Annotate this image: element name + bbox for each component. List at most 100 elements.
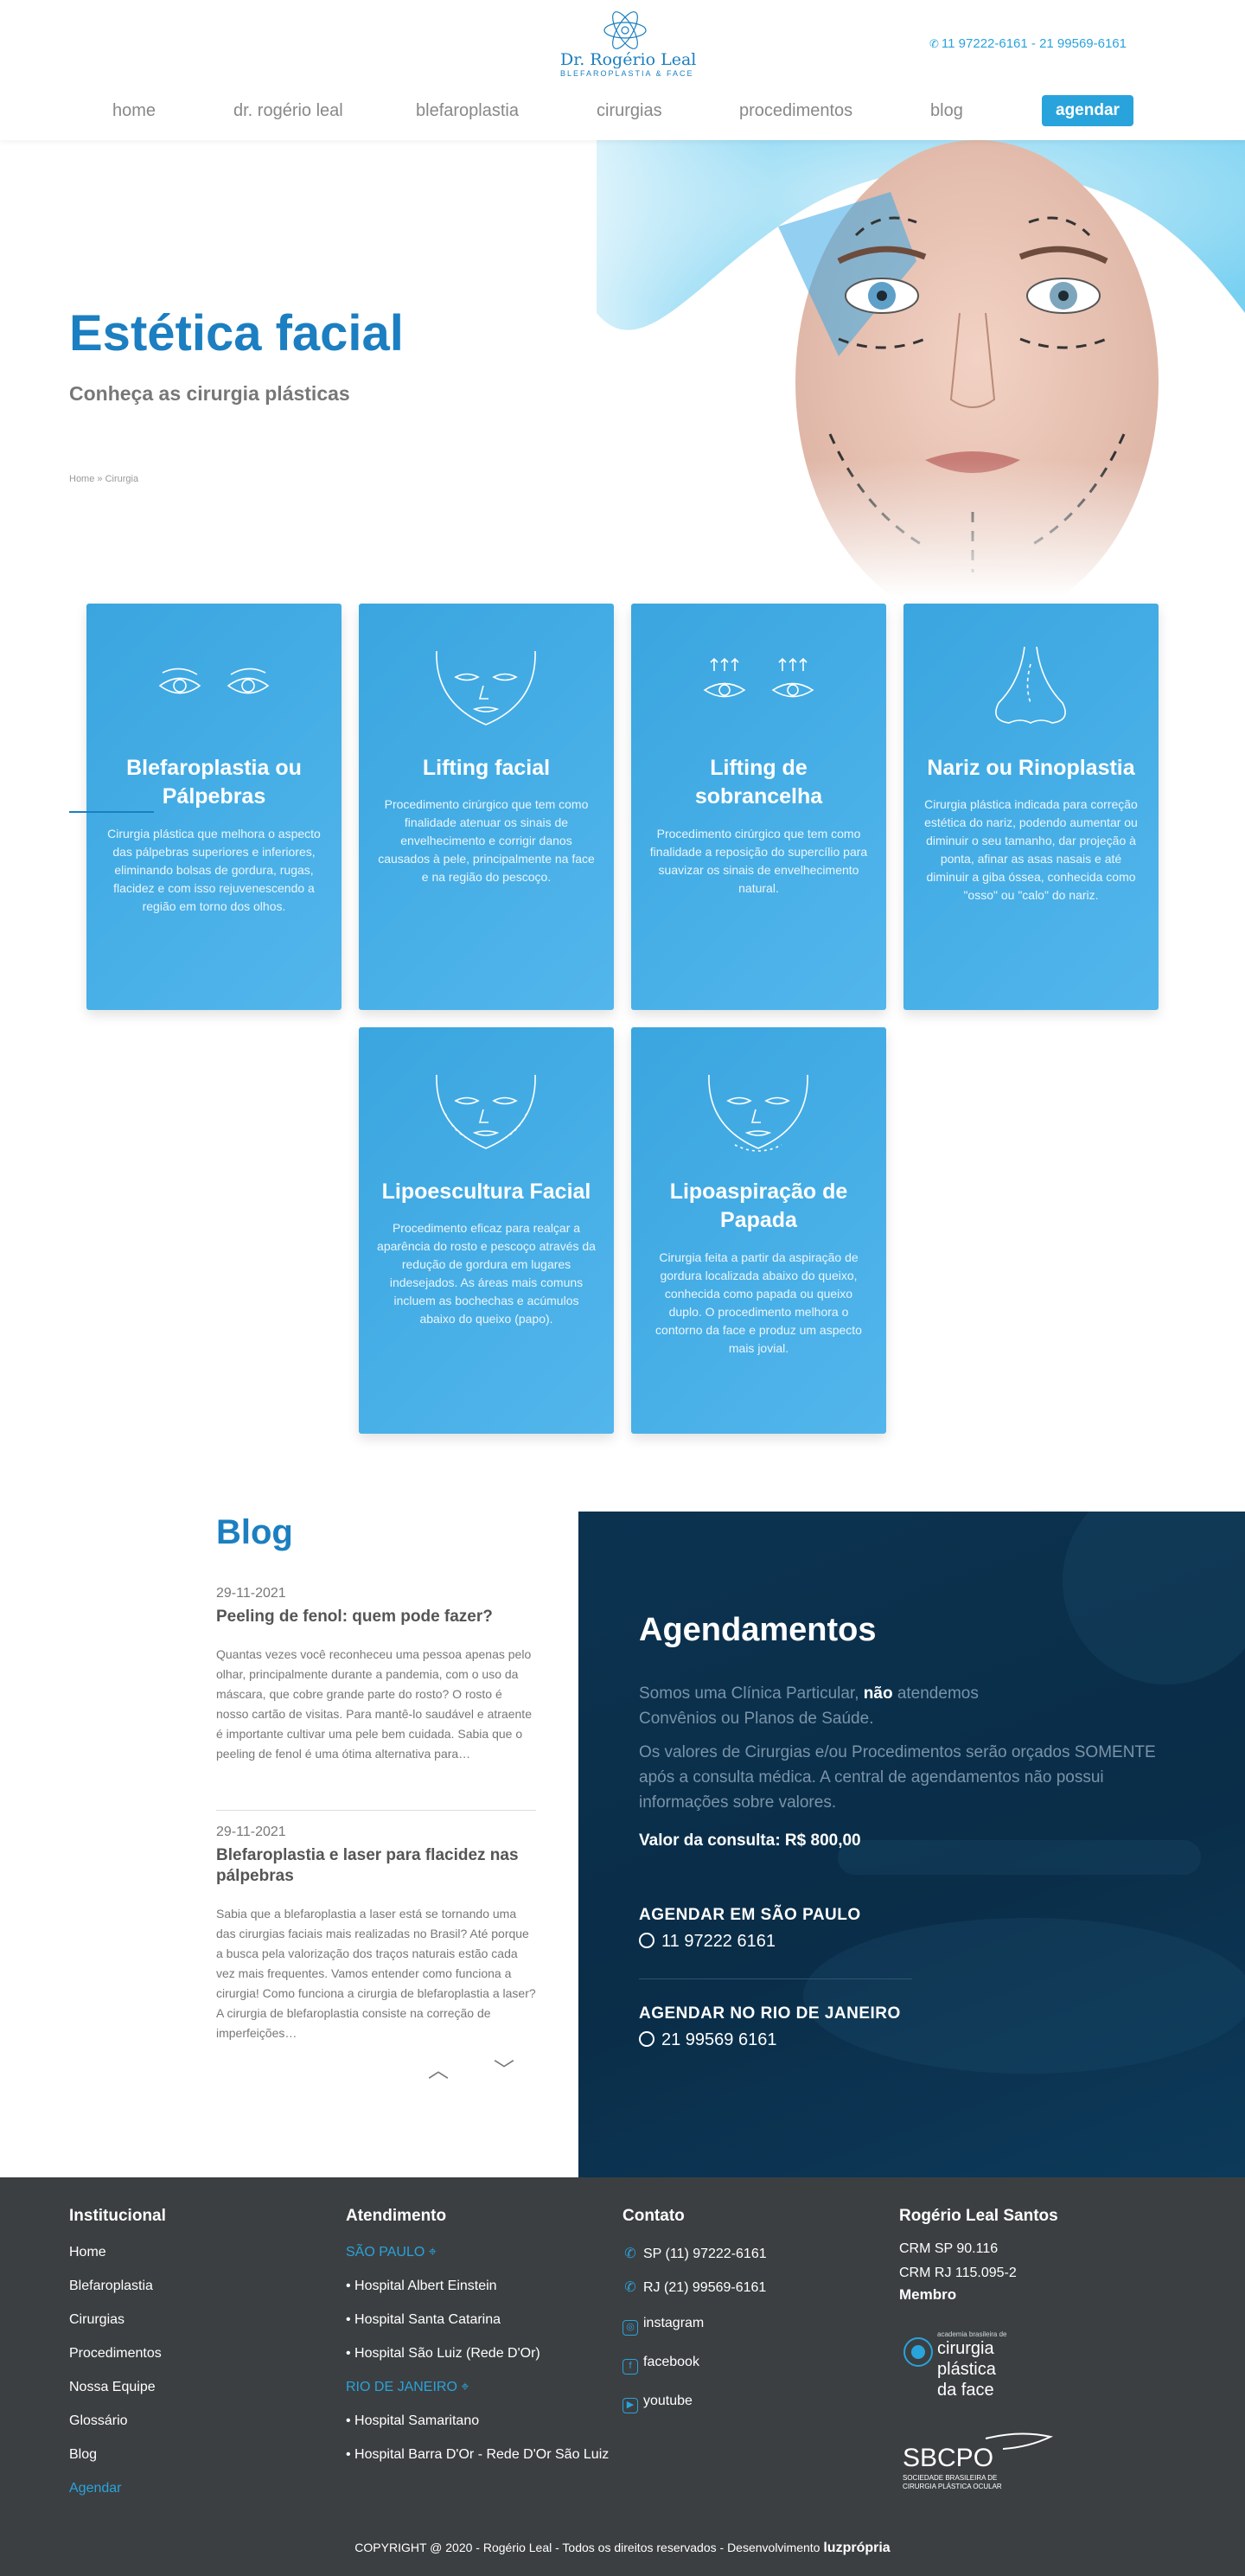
footer-link-cirurgias[interactable]: Cirurgias bbox=[69, 2312, 124, 2328]
main-nav: home dr. rogério leal blefaroplastia cir… bbox=[0, 93, 1245, 128]
hero: Estética facial Conheça as cirurgia plás… bbox=[0, 140, 1245, 597]
youtube-link[interactable]: ▶ youtube bbox=[622, 2394, 693, 2413]
copyright: COPYRIGHT @ 2020 - Rogério Leal - Todos … bbox=[354, 2541, 891, 2555]
svg-text:da face: da face bbox=[937, 2381, 994, 2400]
header-phones[interactable]: ✆ 11 97222-6161 - 21 99569-6161 bbox=[929, 36, 1127, 51]
logo-name: Dr. Rogério Leal bbox=[560, 50, 697, 69]
hospital-item: • Hospital São Luiz (Rede D'Or) bbox=[346, 2346, 540, 2361]
svg-text:SBCPO: SBCPO bbox=[903, 2444, 993, 2472]
footer-atendimento-title: Atendimento bbox=[346, 2207, 447, 2225]
post-title[interactable]: Blefaroplastia e laser para flacidez nas… bbox=[216, 1845, 536, 1887]
schedule-panel: Agendamentos Somos uma Clínica Particula… bbox=[578, 1512, 1245, 2177]
footer-link-nossa-equipe[interactable]: Nossa Equipe bbox=[69, 2380, 156, 2395]
nav-procedimentos[interactable]: procedimentos bbox=[739, 93, 852, 128]
footer-link-glossario[interactable]: Glossário bbox=[69, 2413, 128, 2429]
sp-whatsapp-link[interactable]: 11 97222 6161 bbox=[639, 1932, 776, 1952]
hospital-item: • Hospital Albert Einstein bbox=[346, 2279, 497, 2293]
logo[interactable]: Dr. Rogério Leal BLEFAROPLASTIA & FACE bbox=[560, 10, 697, 78]
card-lipoescultura[interactable]: Lipoescultura Facial Procedimento eficaz… bbox=[359, 1027, 614, 1434]
card-text: Cirurgia feita a partir da aspiração de … bbox=[655, 1250, 862, 1355]
svg-text:SOCIEDADE BRASILEIRA DE: SOCIEDADE BRASILEIRA DE bbox=[903, 2474, 997, 2482]
svg-text:academia brasileira de: academia brasileira de bbox=[937, 2330, 1007, 2338]
member-label: Membro bbox=[899, 2286, 957, 2303]
card-text: Procedimento cirúrgico que tem como fina… bbox=[649, 827, 868, 895]
facebook-link[interactable]: f facebook bbox=[622, 2355, 699, 2375]
card-blefaroplastia[interactable]: Blefaroplastia ou Pálpebras Cirurgia plá… bbox=[86, 604, 342, 1010]
nav-blefaroplastia[interactable]: blefaroplastia bbox=[416, 93, 519, 128]
card-rinoplastia[interactable]: Nariz ou Rinoplastia Cirurgia plástica i… bbox=[903, 604, 1159, 1010]
footer-link-blefaroplastia[interactable]: Blefaroplastia bbox=[69, 2279, 153, 2294]
nav-dr-rogerio-leal[interactable]: dr. rogério leal bbox=[233, 93, 343, 128]
contact-sp-phone[interactable]: ✆ SP (11) 97222-6161 bbox=[622, 2245, 766, 2262]
schedule-text-2: Os valores de Cirurgias e/ou Procediment… bbox=[639, 1743, 1156, 1812]
card-lifting-facial[interactable]: Lifting facial Procedimento cirúrgico qu… bbox=[359, 604, 614, 1010]
footer-link-home[interactable]: Home bbox=[69, 2245, 106, 2260]
card-text: Procedimento cirúrgico que tem como fina… bbox=[378, 797, 595, 884]
facebook-icon: f bbox=[622, 2359, 638, 2375]
academia-cirurgia-plastica-logo[interactable]: academia brasileira de cirurgia plástica… bbox=[899, 2326, 1020, 2413]
sbcpo-logo[interactable]: SBCPO SOCIEDADE BRASILEIRA DE CIRURGIA P… bbox=[899, 2430, 1055, 2499]
whatsapp-icon bbox=[639, 1933, 654, 1948]
card-lifting-sobrancelha[interactable]: Lifting de sobrancelha Procedimento cirú… bbox=[631, 604, 886, 1010]
card-title: Lipoaspiração de Papada bbox=[669, 1179, 848, 1232]
svg-text:plástica: plástica bbox=[937, 2360, 997, 2379]
consultation-price: Valor da consulta: R$ 800,00 bbox=[639, 1831, 861, 1850]
footer-institucional-title: Institucional bbox=[69, 2207, 166, 2225]
card-text: Procedimento eficaz para realçar a aparê… bbox=[377, 1221, 596, 1326]
post-title[interactable]: Peeling de fenol: quem pode fazer? bbox=[216, 1607, 536, 1627]
phone-icon: ✆ bbox=[624, 2280, 636, 2295]
nav-cirurgias[interactable]: cirurgias bbox=[597, 93, 662, 128]
page-title: Estética facial bbox=[69, 305, 404, 361]
footer-link-agendar[interactable]: Agendar bbox=[69, 2481, 122, 2496]
card-title: Lifting de sobrancelha bbox=[694, 756, 823, 809]
schedule-divider bbox=[639, 1978, 912, 1979]
city-sao-paulo: SÃO PAULO ⌖ bbox=[346, 2245, 437, 2260]
svg-text:cirurgia: cirurgia bbox=[937, 2339, 994, 2358]
hospital-item: • Hospital Samaritano bbox=[346, 2413, 480, 2428]
header-phones-text: 11 97222-6161 - 21 99569-6161 bbox=[941, 36, 1127, 51]
phone-icon: ✆ bbox=[929, 37, 939, 50]
card-title: Nariz ou Rinoplastia bbox=[927, 756, 1135, 780]
sp-schedule-label: AGENDAR EM SÃO PAULO bbox=[639, 1906, 861, 1924]
blog-prev-arrow-icon[interactable]: ︿ bbox=[425, 2058, 451, 2084]
nav-agendar-button[interactable]: agendar bbox=[1042, 95, 1133, 126]
location-pin-icon: ⌖ bbox=[461, 2380, 469, 2394]
post-excerpt: Quantas vezes você reconheceu uma pessoa… bbox=[216, 1647, 532, 1761]
page-subtitle: Conheça as cirurgia plásticas bbox=[69, 382, 350, 405]
nav-home[interactable]: home bbox=[112, 93, 156, 128]
face-contour-icon bbox=[436, 1074, 536, 1149]
post-divider bbox=[216, 1810, 536, 1811]
card-lipo-papada[interactable]: Lipoaspiração de Papada Cirurgia feita a… bbox=[631, 1027, 886, 1434]
site-header: Dr. Rogério Leal BLEFAROPLASTIA & FACE ✆… bbox=[0, 0, 1245, 140]
contact-rj-phone[interactable]: ✆ RJ (21) 99569-6161 bbox=[622, 2279, 766, 2296]
city-rio-de-janeiro: RIO DE JANEIRO ⌖ bbox=[346, 2380, 469, 2394]
footer-link-blog[interactable]: Blog bbox=[69, 2447, 97, 2463]
hospital-item: • Hospital Santa Catarina bbox=[346, 2312, 501, 2327]
card-title: Lifting facial bbox=[422, 756, 551, 780]
face-icon bbox=[436, 650, 536, 725]
youtube-icon: ▶ bbox=[622, 2398, 638, 2413]
rj-whatsapp-link[interactable]: 21 99569 6161 bbox=[639, 2030, 776, 2050]
nav-blog[interactable]: blog bbox=[930, 93, 963, 128]
double-chin-icon bbox=[708, 1074, 808, 1152]
card-text: Cirurgia plástica que melhora o aspecto … bbox=[107, 827, 321, 913]
logo-tagline: BLEFAROPLASTIA & FACE bbox=[560, 69, 694, 78]
schedule-text-1: Somos uma Clínica Particular, não atende… bbox=[639, 1684, 979, 1728]
hero-face-image bbox=[519, 140, 1245, 597]
card-title: Blefaroplastia ou Pálpebras bbox=[126, 756, 302, 809]
instagram-link[interactable]: ◎ instagram bbox=[622, 2316, 704, 2336]
developer-link[interactable]: luzprópria bbox=[823, 2541, 890, 2555]
breadcrumb[interactable]: Home » Cirurgia bbox=[69, 474, 138, 484]
accent-divider bbox=[69, 811, 154, 813]
nose-icon bbox=[995, 646, 1066, 724]
whatsapp-icon bbox=[639, 2031, 654, 2047]
blog-next-arrow-icon[interactable]: ﹀ bbox=[491, 2058, 517, 2084]
svg-text:CIRURGIA PLÁSTICA OCULAR: CIRURGIA PLÁSTICA OCULAR bbox=[903, 2483, 1002, 2490]
eyes-icon bbox=[158, 668, 270, 694]
location-pin-icon: ⌖ bbox=[428, 2245, 437, 2260]
card-title: Lipoescultura Facial bbox=[381, 1179, 591, 1204]
footer-link-procedimentos[interactable]: Procedimentos bbox=[69, 2346, 162, 2362]
post-excerpt: Sabia que a blefaroplastia a laser está … bbox=[216, 1907, 536, 2040]
blog-heading: Blog bbox=[216, 1513, 293, 1551]
rj-schedule-label: AGENDAR NO RIO DE JANEIRO bbox=[639, 2004, 901, 2023]
